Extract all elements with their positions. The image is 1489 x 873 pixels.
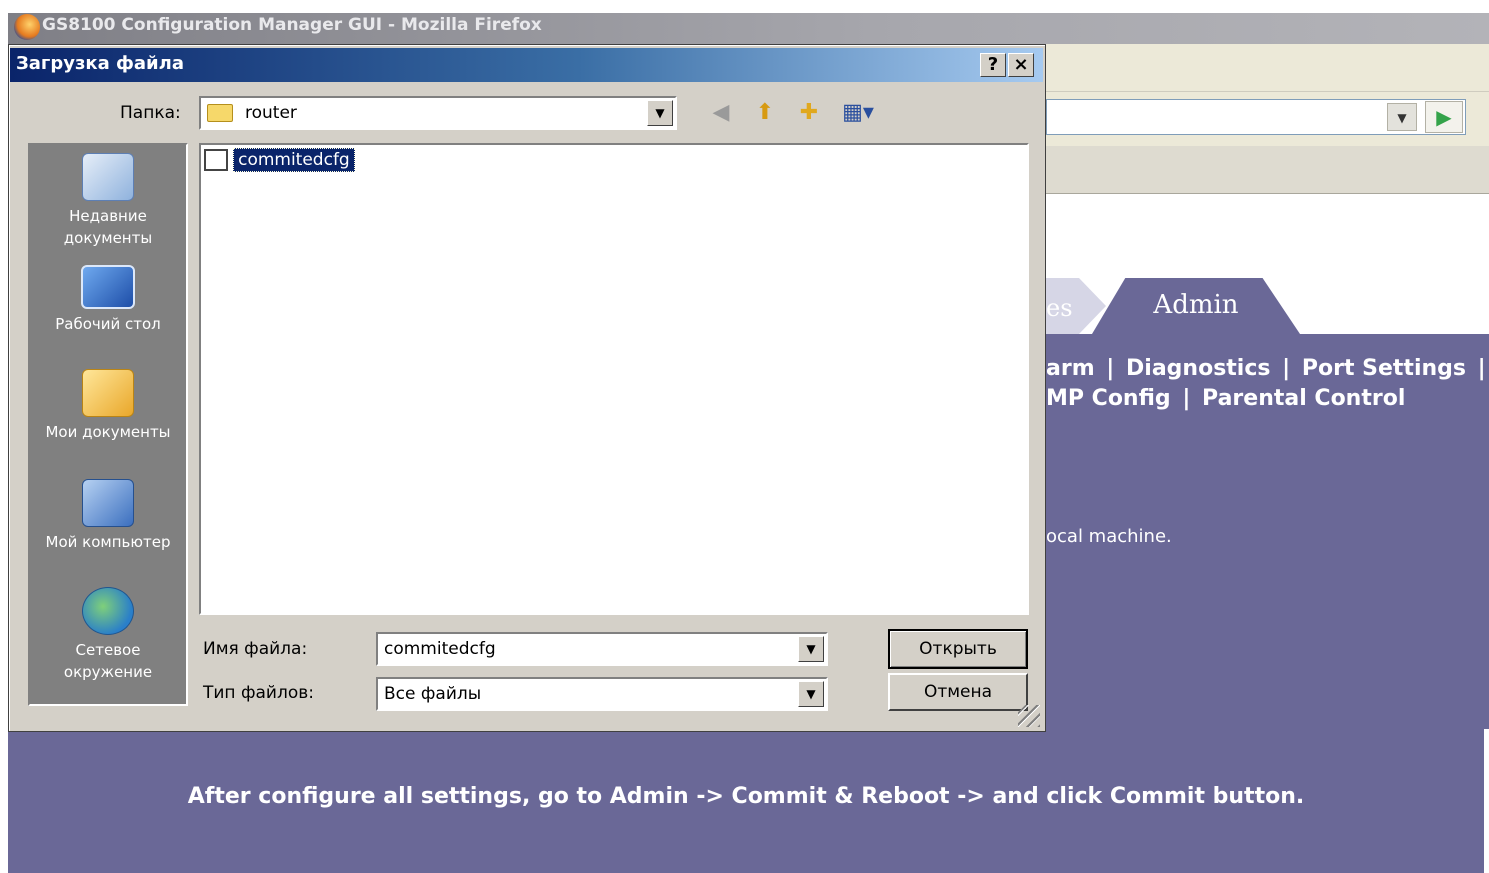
folder-icon [207, 104, 233, 122]
up-folder-icon[interactable]: ⬆ [748, 96, 782, 130]
admin-subnav-row1: arm | Diagnostics | Port Settings | [1046, 356, 1489, 381]
subnav-separator: | [1477, 356, 1486, 381]
file-name: commitedcfg [233, 148, 355, 172]
filename-label: Имя файла: [203, 639, 308, 659]
subnav-separator: | [1282, 356, 1291, 381]
subnav-alarm-link[interactable]: arm [1046, 356, 1095, 381]
admin-subnav-row2: MP Config | Parental Control [1046, 386, 1409, 411]
place-label: Рабочий стол [55, 315, 161, 333]
recent-documents-icon [82, 153, 134, 201]
network-icon [82, 587, 134, 635]
place-network[interactable]: Сетевое окружение [30, 587, 186, 683]
close-button[interactable]: × [1008, 53, 1034, 77]
my-computer-icon [82, 479, 134, 527]
desktop-icon [81, 265, 135, 309]
cancel-button[interactable]: Отмена [888, 673, 1028, 711]
subnav-diagnostics-link[interactable]: Diagnostics [1126, 356, 1270, 381]
file-item-commitedcfg[interactable]: commitedcfg [204, 148, 355, 172]
folder-label: Папка: [120, 103, 181, 123]
chevron-down-icon[interactable]: ▼ [798, 681, 824, 707]
folder-value: router [245, 103, 297, 123]
back-icon[interactable]: ◀ [704, 96, 738, 130]
subnav-separator: | [1106, 356, 1115, 381]
tab-admin-label: Admin [1153, 290, 1239, 320]
commit-instruction-message: After configure all settings, go to Admi… [187, 784, 1305, 809]
new-folder-icon[interactable]: ✚ [792, 96, 826, 130]
place-label: Мои документы [45, 423, 171, 441]
file-icon [204, 149, 228, 171]
tab-partial-label: es [1046, 294, 1073, 322]
view-menu-icon[interactable]: ▦▾ [836, 96, 880, 130]
filetype-value: Все файлы [384, 684, 482, 704]
my-documents-icon [82, 369, 134, 417]
subnav-snmp-config-link[interactable]: MP Config [1046, 386, 1171, 411]
place-my-computer[interactable]: Мой компьютер [30, 479, 186, 553]
browser-tabbar [1046, 146, 1489, 194]
resize-grip[interactable] [1018, 705, 1040, 727]
subnav-port-settings-link[interactable]: Port Settings [1302, 356, 1466, 381]
filename-value: commitedcfg [384, 639, 496, 659]
filetype-label: Тип файлов: [203, 683, 314, 703]
address-dropdown-button[interactable]: ▼ [1387, 103, 1417, 131]
dialog-title: Загрузка файла [16, 53, 184, 74]
place-label: Сетевое окружение [63, 641, 153, 681]
go-button[interactable]: ▶ [1425, 101, 1463, 133]
chevron-down-icon[interactable]: ▼ [647, 100, 673, 126]
place-label: Мой компьютер [45, 533, 171, 551]
place-my-documents[interactable]: Мои документы [30, 369, 186, 443]
place-recent-documents[interactable]: Недавние документы [30, 153, 186, 249]
file-list[interactable] [199, 143, 1029, 615]
help-button[interactable]: ? [980, 53, 1006, 77]
filetype-select[interactable]: Все файлы ▼ [376, 677, 828, 711]
open-button[interactable]: Открыть [888, 629, 1028, 669]
firefox-logo-icon [14, 14, 40, 40]
places-bar: Недавние документы Рабочий стол Мои доку… [28, 143, 188, 706]
local-machine-message: ocal machine. [1046, 526, 1172, 547]
place-desktop[interactable]: Рабочий стол [30, 265, 186, 335]
place-label: Недавние документы [63, 207, 153, 247]
browser-menubar [1046, 44, 1489, 92]
filename-input[interactable]: commitedcfg ▼ [376, 632, 828, 666]
subnav-separator: | [1182, 386, 1191, 411]
folder-combo[interactable]: router ▼ [199, 96, 677, 130]
browser-window-title: GS8100 Configuration Manager GUI - Mozil… [42, 15, 542, 35]
chevron-down-icon[interactable]: ▼ [798, 636, 824, 662]
subnav-parental-control-link[interactable]: Parental Control [1202, 386, 1405, 411]
